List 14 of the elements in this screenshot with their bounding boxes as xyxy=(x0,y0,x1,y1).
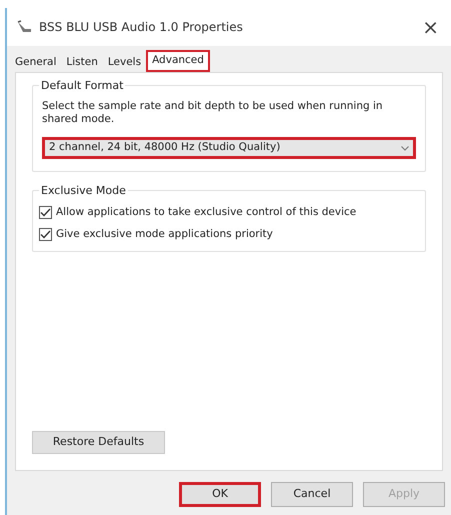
dialog-button[interactable]: OK xyxy=(179,482,261,507)
checkbox[interactable] xyxy=(39,206,52,220)
dialog-button[interactable]: Cancel xyxy=(271,482,353,507)
checkbox[interactable] xyxy=(39,228,52,242)
checkbox-label: Give exclusive mode applications priority xyxy=(56,226,273,242)
chevron-down-icon xyxy=(401,146,409,150)
close-button[interactable]: × xyxy=(418,17,443,37)
window-title: BSS BLU USB Audio 1.0 Properties xyxy=(39,19,243,36)
description-text: Select the sample rate and bit depth to be used when running in shared mode. xyxy=(42,100,384,126)
dropdown-value: 2 channel, 24 bit, 48000 Hz (Studio Quality) xyxy=(49,140,280,156)
tab[interactable]: Advanced xyxy=(146,50,210,72)
restore-defaults-button[interactable]: Restore Defaults xyxy=(32,431,165,454)
format-dropdown[interactable]: 2 channel, 24 bit, 48000 Hz (Studio Quality) xyxy=(42,137,416,159)
checkbox-label: Allow applications to take exclusive control of this device xyxy=(56,205,356,220)
